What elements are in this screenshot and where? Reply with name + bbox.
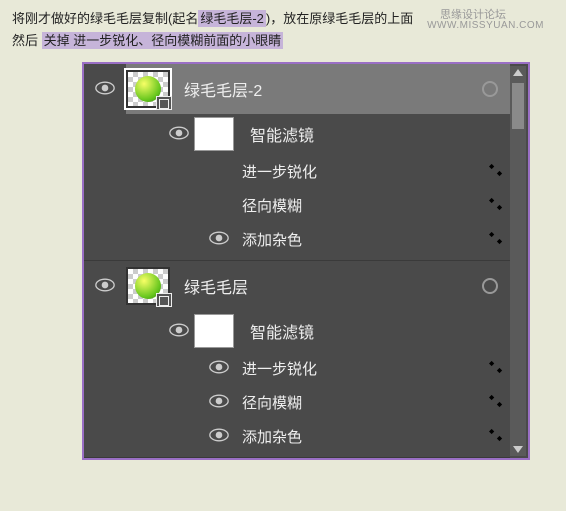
scrollbar[interactable]: [510, 66, 526, 456]
scroll-up-icon[interactable]: [513, 69, 523, 76]
slider-icon: [487, 394, 505, 408]
smart-object-icon: [156, 293, 172, 307]
filter-name: 径向模糊: [242, 392, 486, 413]
slider-icon: [487, 163, 505, 177]
text: 然后: [12, 33, 38, 48]
filter-name: 径向模糊: [242, 195, 486, 216]
filter-item[interactable]: 进一步锐化: [84, 351, 510, 385]
blend-options-icon[interactable]: [482, 81, 498, 97]
slider-icon: [487, 360, 505, 374]
scroll-down-icon[interactable]: [513, 446, 523, 453]
smart-filters-label: 智能滤镜: [250, 319, 510, 343]
layer-name[interactable]: 绿毛毛层: [184, 274, 482, 298]
eye-icon: [169, 126, 189, 140]
filter-item[interactable]: 径向模糊: [84, 385, 510, 419]
visibility-toggle[interactable]: [164, 323, 194, 340]
smart-filters-header[interactable]: 智能滤镜: [84, 311, 510, 351]
eye-icon: [95, 81, 115, 95]
visibility-toggle[interactable]: [92, 278, 118, 295]
watermark-url: WWW.MISSYUAN.COM: [427, 20, 544, 31]
layer-row[interactable]: 绿毛毛层: [84, 261, 510, 311]
slider-icon: [487, 197, 505, 211]
filter-item[interactable]: 添加杂色: [84, 222, 510, 256]
filter-name: 添加杂色: [242, 426, 486, 447]
filter-name: 添加杂色: [242, 229, 486, 250]
layer-group: 绿毛毛层-2 智能滤镜进一步锐化径向模糊添加杂色: [84, 64, 510, 261]
visibility-toggle[interactable]: [204, 428, 234, 445]
eye-icon: [209, 428, 229, 442]
layer-group: 绿毛毛层智能滤镜进一步锐化径向模糊添加杂色: [84, 261, 510, 458]
filter-item[interactable]: 添加杂色: [84, 419, 510, 453]
filter-mask-thumbnail[interactable]: [194, 117, 234, 151]
eye-icon: [209, 231, 229, 245]
layer-thumbnail[interactable]: [126, 70, 170, 108]
highlight-text: 绿毛毛层-2: [198, 10, 266, 27]
visibility-toggle[interactable]: [204, 231, 234, 248]
filter-options-button[interactable]: [486, 394, 506, 411]
filter-options-button[interactable]: [486, 428, 506, 445]
layer-row[interactable]: 绿毛毛层-2: [84, 64, 510, 114]
text: 将刚才做好的绿毛毛层复制(起名: [12, 11, 198, 26]
filter-name: 进一步锐化: [242, 358, 486, 379]
visibility-toggle[interactable]: [204, 360, 234, 377]
smart-object-icon: [156, 96, 172, 110]
text: )，放在原绿毛毛层的上面: [266, 11, 413, 26]
filter-mask-thumbnail[interactable]: [194, 314, 234, 348]
layer-name[interactable]: 绿毛毛层-2: [184, 77, 482, 101]
filter-name: 进一步锐化: [242, 161, 486, 182]
filter-options-button[interactable]: [486, 163, 506, 180]
visibility-toggle[interactable]: [92, 81, 118, 98]
eye-icon: [209, 394, 229, 408]
layers-panel: 绿毛毛层-2智能滤镜进一步锐化径向模糊添加杂色绿毛毛层智能滤镜进一步锐化径向模糊…: [82, 62, 530, 460]
layer-thumbnail[interactable]: [126, 267, 170, 305]
filter-options-button[interactable]: [486, 231, 506, 248]
slider-icon: [487, 231, 505, 245]
filter-options-button[interactable]: [486, 360, 506, 377]
visibility-toggle[interactable]: [204, 394, 234, 411]
eye-icon: [169, 323, 189, 337]
eye-icon: [95, 278, 115, 292]
highlight-text: 关掉 进一步锐化、径向模糊前面的小眼睛: [42, 32, 284, 49]
smart-filters-header[interactable]: 智能滤镜: [84, 114, 510, 154]
filter-options-button[interactable]: [486, 197, 506, 214]
blend-options-icon[interactable]: [482, 278, 498, 294]
eye-icon: [209, 360, 229, 374]
slider-icon: [487, 428, 505, 442]
scroll-thumb[interactable]: [512, 83, 524, 129]
filter-item[interactable]: 进一步锐化: [84, 154, 510, 188]
filter-item[interactable]: 径向模糊: [84, 188, 510, 222]
visibility-toggle[interactable]: [164, 126, 194, 143]
smart-filters-label: 智能滤镜: [250, 122, 510, 146]
